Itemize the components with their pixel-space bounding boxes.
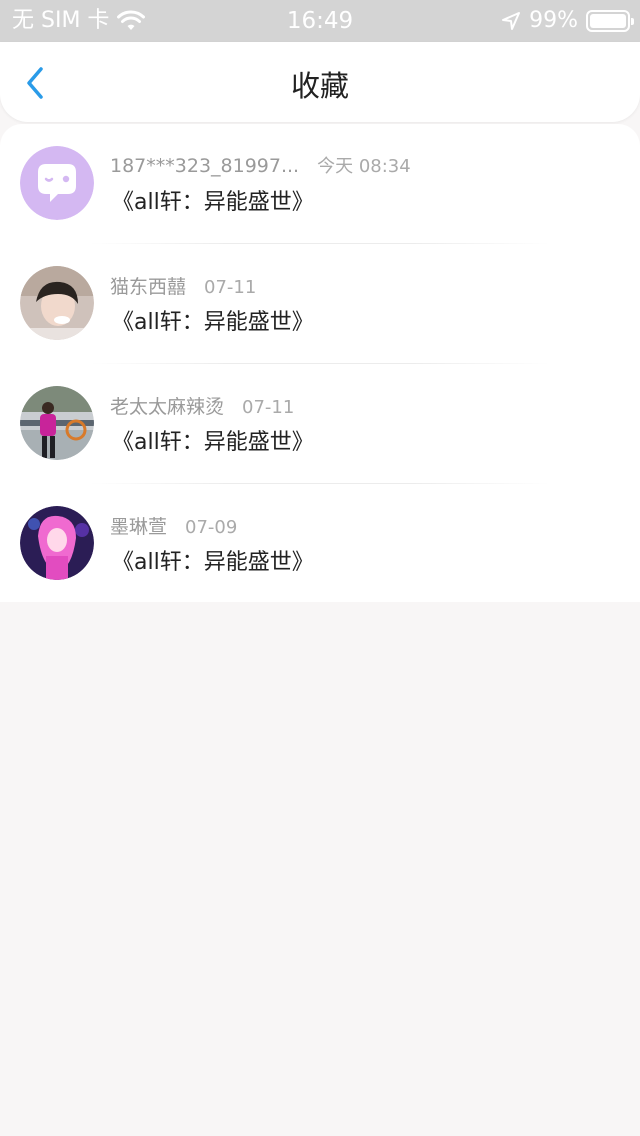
user-name: 187***323_81997...: [110, 155, 300, 177]
location-arrow-icon: [502, 12, 521, 30]
photo-avatar: [20, 386, 94, 460]
status-bar: 无 SIM 卡 16:49 99%: [0, 0, 640, 42]
chevron-left-icon: [27, 67, 43, 99]
portrait-image: [20, 266, 94, 340]
item-time: 07-11: [204, 277, 257, 298]
item-meta: 猫东西囍 07-11: [110, 272, 256, 299]
page-title: 收藏: [290, 69, 349, 103]
item-meta: 187***323_81997... 今天 08:34: [110, 152, 411, 178]
user-name: 墨琳萱: [110, 516, 168, 538]
item-meta: 老太太麻辣烫 07-11: [110, 392, 294, 419]
portrait-image: [20, 506, 94, 580]
portrait-image: [20, 386, 94, 460]
item-time: 07-11: [242, 397, 295, 418]
list-item[interactable]: 187***323_81997... 今天 08:34 《all轩：异能盛世》: [0, 124, 640, 244]
battery-fill: [590, 14, 626, 28]
item-meta: 墨琳萱 07-09: [110, 512, 237, 539]
list-item[interactable]: 墨琳萱 07-09 《all轩：异能盛世》: [0, 484, 640, 604]
item-time: 07-09: [185, 517, 238, 538]
chat-bubble-avatar: [20, 146, 94, 220]
status-right: 99%: [501, 0, 634, 42]
battery-percent: 99%: [529, 8, 578, 33]
chat-bubble-icon: [20, 146, 94, 220]
item-content: 《all轩：异能盛世》: [112, 190, 314, 215]
battery-tip: [631, 18, 634, 25]
user-name: 老太太麻辣烫: [110, 396, 225, 418]
item-content: 《all轩：异能盛世》: [112, 430, 314, 455]
back-button[interactable]: [18, 66, 52, 100]
photo-avatar: [20, 506, 94, 580]
user-name: 猫东西囍: [110, 276, 187, 298]
list-item[interactable]: 老太太麻辣烫 07-11 《all轩：异能盛世》: [0, 364, 640, 484]
item-time: 今天 08:34: [317, 156, 411, 177]
favorites-list: 187***323_81997... 今天 08:34 《all轩：异能盛世》 …: [0, 124, 640, 602]
photo-avatar: [20, 266, 94, 340]
item-content: 《all轩：异能盛世》: [112, 550, 314, 575]
list-item[interactable]: 猫东西囍 07-11 《all轩：异能盛世》: [0, 244, 640, 364]
item-content: 《all轩：异能盛世》: [112, 310, 314, 335]
nav-bar: 收藏: [0, 42, 640, 122]
battery-icon: [586, 10, 634, 32]
